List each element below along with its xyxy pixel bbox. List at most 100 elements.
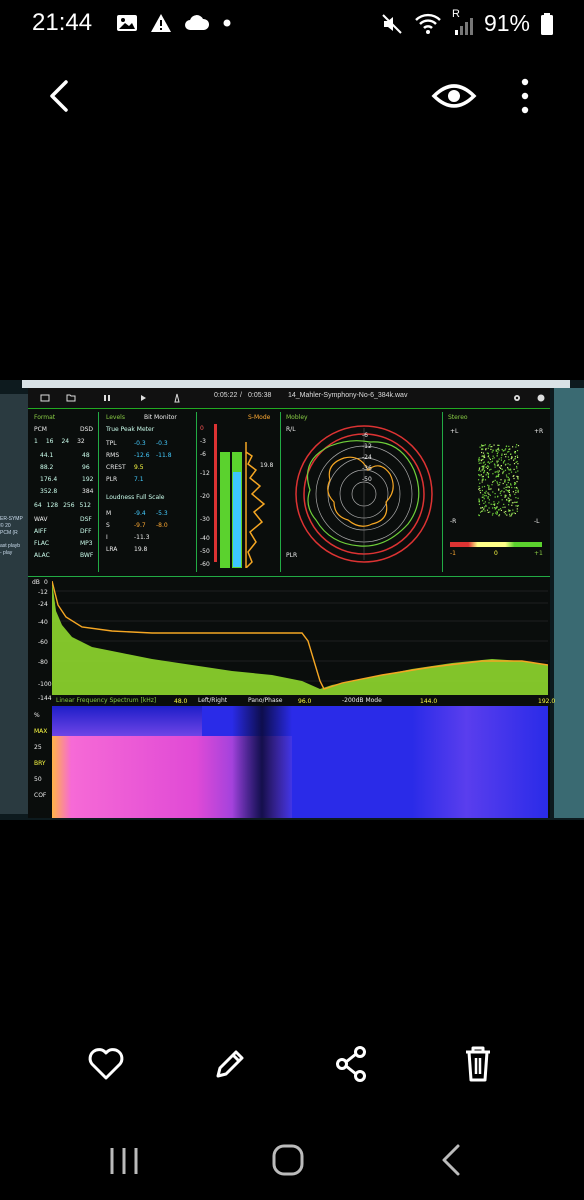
home-icon bbox=[272, 1144, 304, 1176]
y-tick: -100 bbox=[38, 681, 52, 688]
power-icon[interactable] bbox=[536, 393, 546, 403]
meter-panel: S-Mode 0 -3 -6 -12 -20 -30 -40 -50 -60 1… bbox=[200, 412, 281, 572]
loudness-rows: M -9.4 -5.3 S -9.7 -8.0 I -11.3 LRA 19.8 bbox=[106, 508, 168, 556]
spectrum-panel: dB 0 -12 -24 -40 -60 -80 -100 -144 Linea… bbox=[28, 576, 555, 705]
spectrum-mode-pano[interactable]: Pano/Phase bbox=[248, 697, 282, 704]
meter-tick: -60 bbox=[200, 561, 210, 568]
side-text-4: ast playb bbox=[0, 543, 21, 549]
loud-row: I -11.3 bbox=[106, 532, 168, 544]
background-monitor: ER-SYMP © 20 PCM (R ast playb - play bbox=[0, 394, 28, 814]
polar-rings: -6 -12 -24 -36 -50 bbox=[362, 430, 372, 485]
y-tick: -40 bbox=[38, 619, 48, 626]
dsd-rate-384: 384 bbox=[82, 488, 94, 495]
format-pcm: PCM bbox=[34, 426, 47, 433]
level-left: -12.6 bbox=[134, 452, 150, 459]
meter-red-line bbox=[214, 424, 217, 562]
spectrogram-panel: % MAX 25 BRY 50 COF bbox=[28, 706, 550, 818]
meter-histogram bbox=[245, 442, 266, 568]
loud-left: 19.8 bbox=[134, 546, 148, 553]
pause-icon[interactable] bbox=[102, 393, 112, 403]
side-text-2: © 20 bbox=[0, 523, 11, 529]
back-button[interactable] bbox=[40, 74, 80, 118]
format-rates: 44.1 88.2 176.4 352.8 bbox=[40, 450, 57, 498]
delete-button[interactable] bbox=[456, 1042, 500, 1086]
loud-label: I bbox=[106, 534, 108, 541]
spectrogram-label: MAX bbox=[34, 728, 48, 735]
edit-button[interactable] bbox=[208, 1042, 252, 1086]
loud-label: M bbox=[106, 510, 112, 517]
photo-content: ER-SYMP © 20 PCM (R ast playb - play 0:0… bbox=[0, 380, 584, 820]
meter-bar-left bbox=[220, 452, 230, 568]
share-button[interactable] bbox=[330, 1042, 374, 1086]
container-dff: DFF bbox=[80, 528, 92, 535]
y-tick: -12 bbox=[38, 589, 48, 596]
analyzer-screen: 0:05:22 / 0:05:38 14_Mahler-Symphony-No-… bbox=[28, 388, 555, 818]
home-button[interactable] bbox=[266, 1138, 310, 1182]
spectrum-mode-lr[interactable]: Left/Right bbox=[198, 697, 227, 704]
mute-icon bbox=[382, 13, 402, 34]
y-tick: -60 bbox=[38, 639, 48, 646]
rate-176: 176.4 bbox=[40, 476, 58, 483]
polar-ring-label: -50 bbox=[362, 476, 372, 483]
metronome-icon[interactable] bbox=[172, 393, 182, 403]
dsd-rate-96: 96 bbox=[82, 464, 90, 471]
level-label: RMS bbox=[106, 452, 120, 459]
meter-tick: -50 bbox=[200, 548, 210, 555]
stereo-scale-mid: 0 bbox=[494, 550, 498, 557]
format-dsd-bits: 64 128 256 512 bbox=[34, 502, 91, 509]
folder-icon[interactable] bbox=[66, 393, 76, 403]
more-options-button[interactable] bbox=[510, 74, 540, 118]
settings-icon[interactable] bbox=[512, 393, 522, 403]
level-label: CREST bbox=[106, 464, 126, 471]
favorite-button[interactable] bbox=[84, 1042, 128, 1086]
spectrogram-label: COF bbox=[34, 792, 47, 799]
play-icon[interactable] bbox=[138, 393, 148, 403]
container-dsf: DSF bbox=[80, 516, 92, 523]
level-label: PLR bbox=[106, 476, 118, 483]
recents-button[interactable] bbox=[102, 1138, 146, 1182]
menu-icon[interactable] bbox=[40, 393, 50, 403]
spectrogram-label: 50 bbox=[34, 776, 42, 783]
spectrum-title: Linear Frequency Spectrum [kHz] bbox=[56, 697, 157, 704]
loud-left: -11.3 bbox=[134, 534, 150, 541]
bit-24: 24 bbox=[61, 438, 70, 445]
container-alac: ALAC bbox=[34, 552, 50, 559]
loud-label: LRA bbox=[106, 546, 118, 553]
spectrum-mode-200db[interactable]: -200dB Mode bbox=[342, 697, 382, 704]
level-row: CREST 9.5 bbox=[106, 462, 172, 474]
analyzer-toolbar: 0:05:22 / 0:05:38 14_Mahler-Symphony-No-… bbox=[28, 388, 550, 409]
back-nav-button[interactable] bbox=[430, 1138, 474, 1182]
bit-1: 1 bbox=[34, 438, 38, 445]
format-dsd: DSD bbox=[80, 426, 94, 433]
back-nav-icon bbox=[442, 1144, 460, 1176]
loudness-label: Loudness Full Scale bbox=[106, 494, 165, 501]
spectrogram-label: % bbox=[34, 712, 40, 719]
stereo-scope bbox=[478, 444, 520, 517]
container-mp3: MP3 bbox=[80, 540, 93, 547]
view-button[interactable] bbox=[430, 76, 478, 116]
spectrogram-image bbox=[52, 706, 548, 818]
spectrogram-label: BRY bbox=[34, 760, 46, 767]
dsd-rate-192: 192 bbox=[82, 476, 94, 483]
battery-percentage: 91% bbox=[483, 10, 530, 36]
bit-monitor-label[interactable]: Bit Monitor bbox=[144, 414, 177, 421]
stereo-r-top: +R bbox=[534, 428, 544, 435]
status-bar: 21:44 R 91% bbox=[0, 0, 584, 46]
meter-bar-right bbox=[232, 452, 242, 568]
loud-right: -5.3 bbox=[156, 510, 168, 517]
format-containers-left: WAV AIFF FLAC ALAC bbox=[34, 514, 50, 562]
stereo-l-top: +L bbox=[450, 428, 459, 435]
meter-mode-title[interactable]: S-Mode bbox=[248, 414, 270, 421]
polar-ring-label: -12 bbox=[362, 443, 372, 450]
loud-row: M -9.4 -5.3 bbox=[106, 508, 168, 520]
x-tick: 192.0 bbox=[538, 698, 556, 705]
stereo-scale-left: -1 bbox=[450, 550, 456, 557]
polar-ring-label: -24 bbox=[362, 454, 372, 461]
format-dsd-rates: 48 96 192 384 bbox=[82, 450, 93, 498]
edit-icon bbox=[216, 1050, 244, 1078]
wifi-icon bbox=[415, 13, 441, 34]
eye-icon bbox=[431, 84, 477, 108]
back-icon bbox=[50, 80, 68, 112]
spectrogram-label: 25 bbox=[34, 744, 42, 751]
meter-rms-bar bbox=[233, 472, 241, 567]
